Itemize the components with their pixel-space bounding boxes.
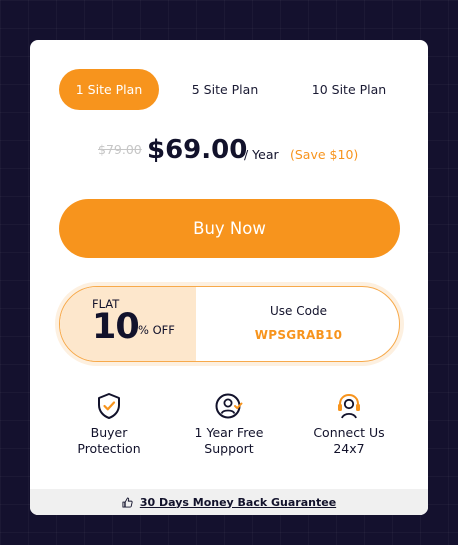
feature-label-line1: 1 Year Free [194,425,264,440]
savings-text: (Save $10) [290,147,359,162]
current-price: $69.00 [147,135,248,165]
tab-5-site-plan[interactable]: 5 Site Plan [175,69,275,110]
discount-panel: FLAT 10 % OFF [60,287,196,361]
feature-label-line2: Support [204,441,254,456]
price-period: / Year [244,147,279,162]
user-support-icon [215,393,243,419]
use-code-label: Use Code [270,304,327,318]
feature-connect-24x7: Connect Us 24x7 [289,392,409,457]
headset-icon [338,393,360,419]
feature-buyer-protection: Buyer Protection [49,392,169,457]
old-price: $79.00 [98,142,142,157]
plan-tabs: 1 Site Plan 5 Site Plan 10 Site Plan [59,69,399,110]
feature-label-line2: Protection [77,441,141,456]
tab-1-site-plan[interactable]: 1 Site Plan [59,69,159,110]
feature-label-line1: Connect Us [313,425,385,440]
guarantee-bar: 30 Days Money Back Guarantee [30,489,428,515]
thumbs-up-icon [122,496,133,508]
feature-free-support: 1 Year Free Support [169,392,289,457]
feature-label-line1: Buyer [90,425,128,440]
feature-label-line2: 24x7 [333,441,365,456]
tab-10-site-plan[interactable]: 10 Site Plan [299,69,399,110]
discount-amount: 10 [92,307,140,347]
money-back-guarantee-link[interactable]: 30 Days Money Back Guarantee [140,496,336,509]
features-row: Buyer Protection 1 Year Free Support Con… [30,392,428,462]
buy-now-button[interactable]: Buy Now [59,199,400,258]
coupon-box: FLAT 10 % OFF Use Code WPSGRAB10 [59,286,400,362]
percent-off-label: % OFF [138,323,175,337]
pricing-card: 1 Site Plan 5 Site Plan 10 Site Plan $79… [30,40,428,515]
coupon-code[interactable]: WPSGRAB10 [196,328,399,342]
price-row: $79.00 $69.00 / Year (Save $10) [30,135,428,169]
shield-check-icon [98,393,120,419]
